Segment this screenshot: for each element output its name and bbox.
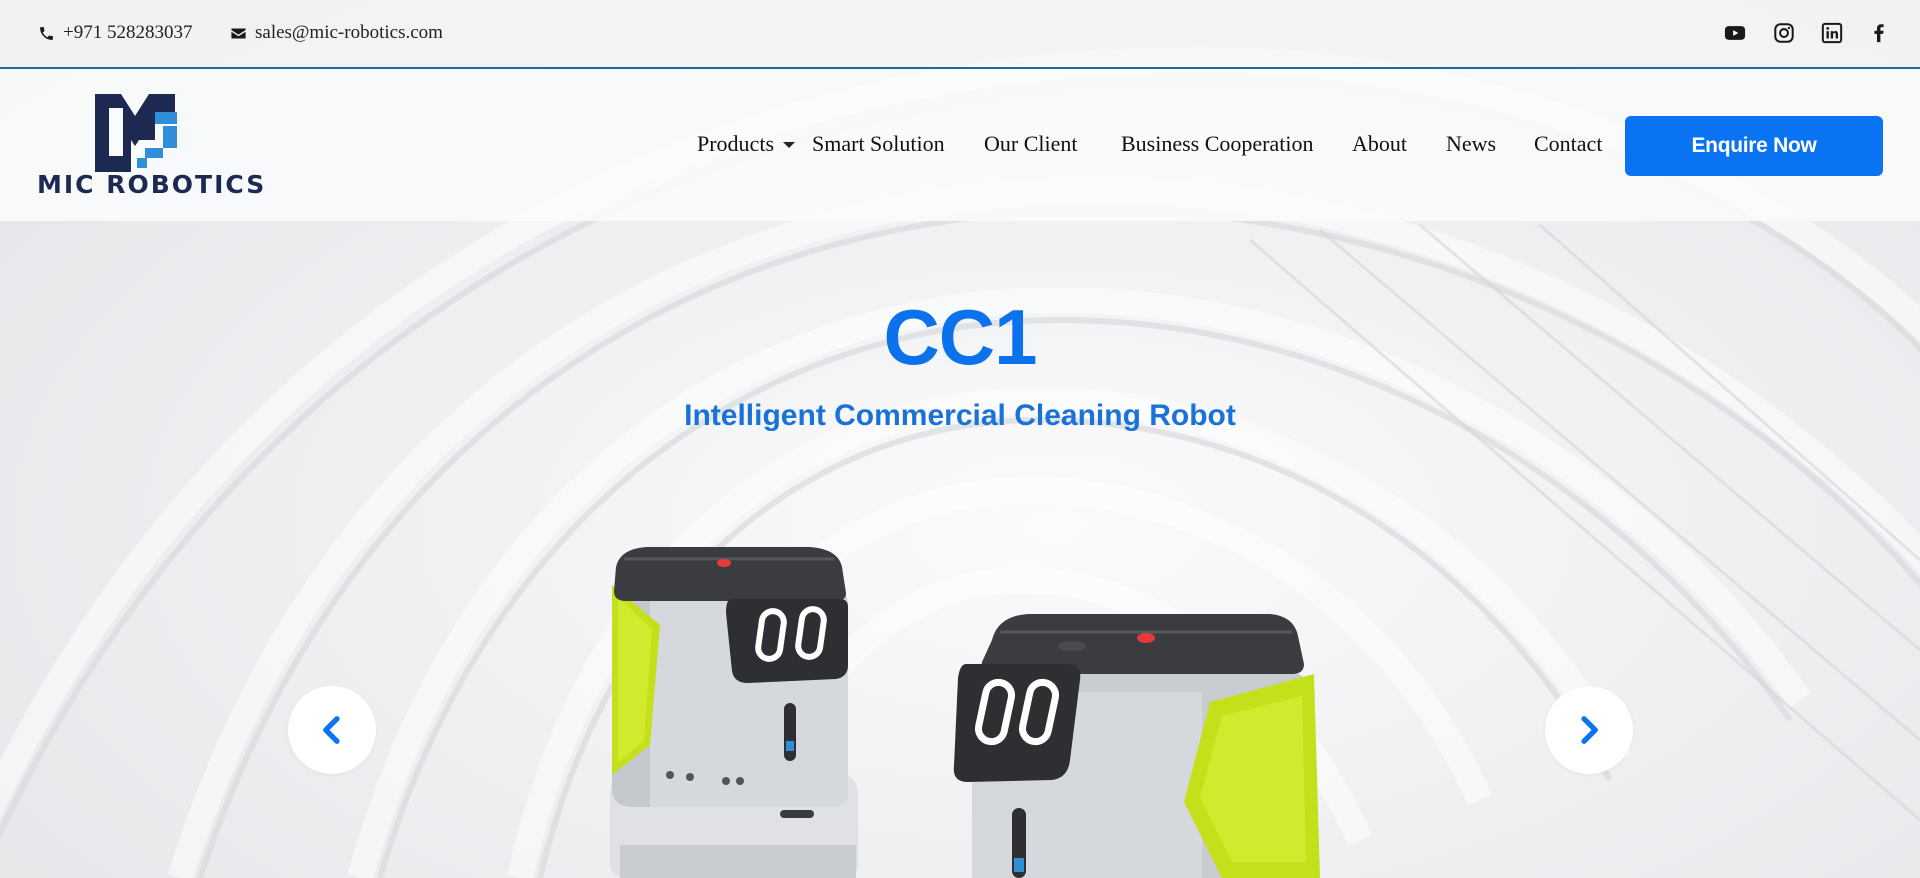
top-contact-bar: +971 528283037 sales@mic-robotics.com: [0, 0, 1920, 69]
email-address: sales@mic-robotics.com: [255, 22, 443, 43]
linkedin-icon[interactable]: [1821, 22, 1843, 44]
hero-subtitle: Intelligent Commercial Cleaning Robot: [684, 399, 1236, 432]
logo-text: MIC ROBOTICS: [37, 170, 267, 199]
nav-contact[interactable]: Contact: [1534, 131, 1602, 157]
mic-robotics-logo[interactable]: MIC ROBOTICS: [37, 94, 267, 199]
cleaning-robot-image-right: [953, 614, 1320, 878]
nav-our-client[interactable]: Our Client: [984, 131, 1078, 157]
chevron-left-icon: [323, 716, 340, 744]
nav-news[interactable]: News: [1446, 131, 1496, 157]
enquire-now-button[interactable]: Enquire Now: [1625, 116, 1883, 176]
phone-contact[interactable]: +971 528283037: [38, 22, 192, 44]
email-contact[interactable]: sales@mic-robotics.com: [230, 22, 443, 44]
phone-number: +971 528283037: [63, 22, 193, 43]
logo-mark-icon: [95, 94, 177, 172]
phone-icon: [40, 26, 53, 40]
cleaning-robot-image-left: [610, 547, 858, 878]
carousel-prev-button[interactable]: [288, 686, 376, 774]
youtube-icon[interactable]: [1724, 22, 1746, 44]
nav-about[interactable]: About: [1352, 131, 1407, 157]
carousel-next-button[interactable]: [1545, 686, 1633, 774]
main-header: MIC ROBOTICS Products Smart Solution Our…: [0, 69, 1920, 221]
envelope-icon: [231, 28, 246, 38]
hero-title: CC1: [883, 293, 1037, 381]
nav-products[interactable]: Products: [697, 131, 774, 157]
products-dropdown-caret-icon[interactable]: [783, 142, 795, 148]
nav-smart-solution[interactable]: Smart Solution: [812, 131, 945, 157]
instagram-icon[interactable]: [1773, 22, 1795, 44]
facebook-icon[interactable]: [1868, 22, 1890, 44]
nav-business-cooperation[interactable]: Business Cooperation: [1121, 131, 1314, 157]
chevron-right-icon: [1581, 716, 1598, 744]
